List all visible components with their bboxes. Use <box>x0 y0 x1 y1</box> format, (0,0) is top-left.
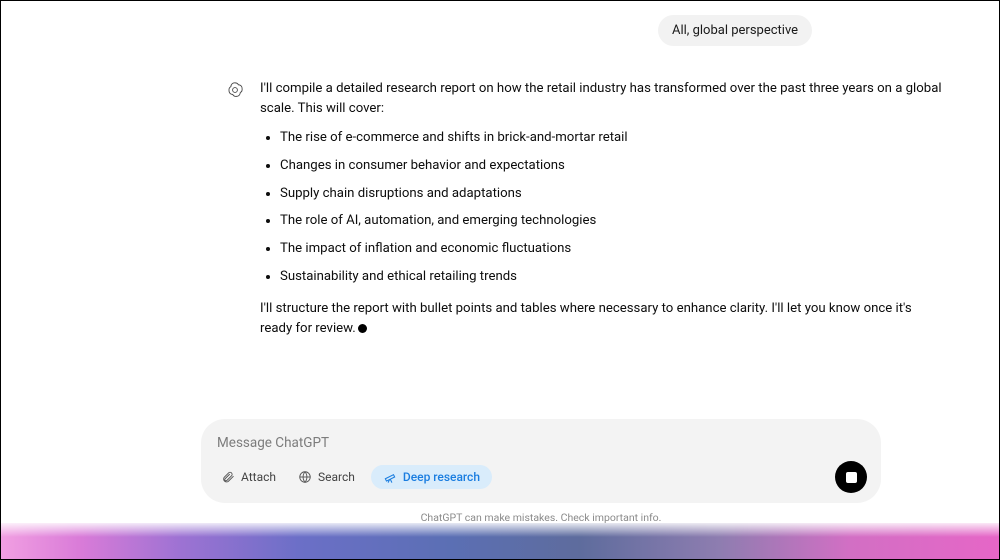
globe-icon <box>298 470 312 484</box>
openai-icon <box>226 81 244 99</box>
list-item: Changes in consumer behavior and expecta… <box>280 156 946 176</box>
assistant-outro: I'll structure the report with bullet po… <box>260 299 946 340</box>
message-input[interactable] <box>215 431 867 461</box>
list-item: The rise of e-commerce and shifts in bri… <box>280 128 946 148</box>
list-item: Sustainability and ethical retailing tre… <box>280 267 946 287</box>
assistant-message: I'll compile a detailed research report … <box>226 79 946 340</box>
list-item: Supply chain disruptions and adaptations <box>280 184 946 204</box>
list-item: The role of AI, automation, and emerging… <box>280 211 946 231</box>
attach-label: Attach <box>241 470 276 484</box>
attach-button[interactable]: Attach <box>215 466 282 488</box>
assistant-bullets: The rise of e-commerce and shifts in bri… <box>260 128 946 287</box>
telescope-icon <box>383 470 397 484</box>
deep-research-button[interactable]: Deep research <box>371 465 492 489</box>
deep-research-label: Deep research <box>403 470 480 484</box>
user-message-pill: All, global perspective <box>658 15 812 46</box>
decorative-gradient <box>1 523 999 559</box>
stop-button[interactable] <box>835 461 867 493</box>
search-button[interactable]: Search <box>292 466 361 488</box>
composer: Attach Search Deep res <box>201 419 881 503</box>
assistant-intro: I'll compile a detailed research report … <box>260 79 946 120</box>
list-item: The impact of inflation and economic flu… <box>280 239 946 259</box>
user-message-text: All, global perspective <box>672 23 798 38</box>
streaming-cursor-icon <box>358 324 367 333</box>
stop-icon <box>846 472 857 483</box>
paperclip-icon <box>221 470 235 484</box>
search-label: Search <box>318 470 355 484</box>
